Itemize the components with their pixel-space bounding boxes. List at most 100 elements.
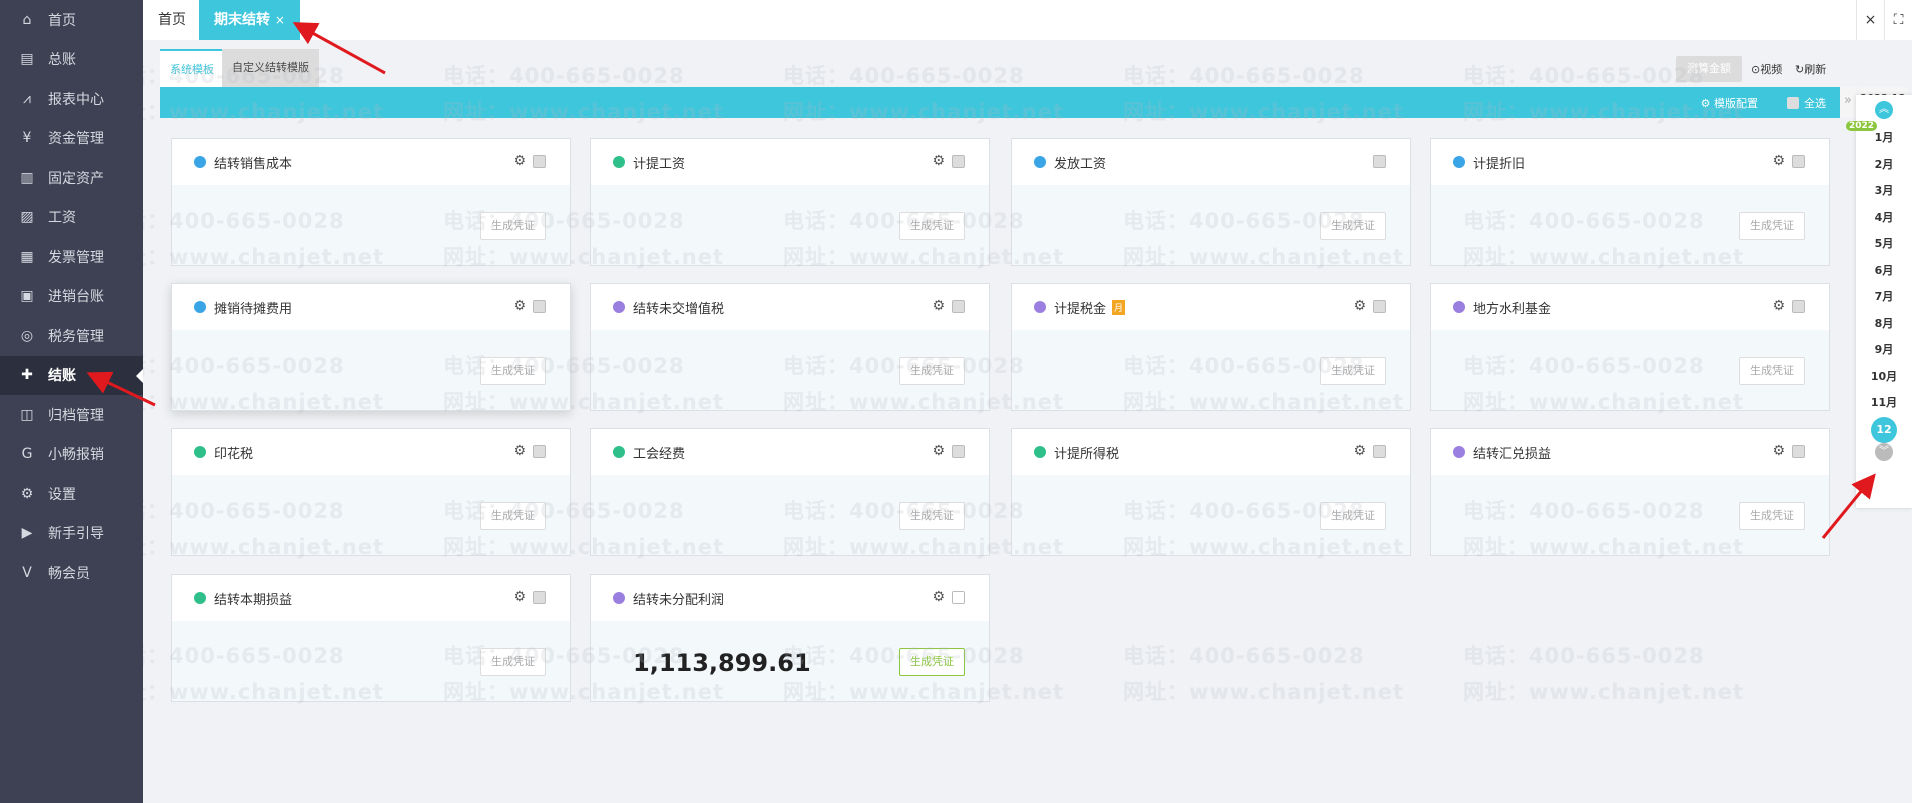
gear-icon[interactable]: ⚙ [513, 443, 526, 459]
card-type-icon [194, 446, 206, 458]
month-label: 8月 [1874, 316, 1894, 330]
month-item[interactable]: 5月 [1856, 231, 1912, 258]
inventory-icon: ▣ [20, 288, 34, 305]
generate-voucher-button[interactable]: 生成凭证 [1320, 212, 1386, 240]
card-type-icon [613, 301, 625, 313]
refresh-button[interactable]: ↻刷新 [1795, 61, 1826, 77]
generate-voucher-button[interactable]: 生成凭证 [899, 357, 965, 385]
card-checkbox[interactable] [952, 445, 965, 458]
card-checkbox[interactable] [1792, 445, 1805, 458]
sidebar-item-10[interactable]: ◫ 归档管理 [0, 395, 143, 435]
sidebar-item-3[interactable]: ¥ 资金管理 [0, 119, 143, 159]
sidebar-item-1[interactable]: ▤ 总账 [0, 40, 143, 80]
fullscreen-icon[interactable]: ⛶ [1884, 0, 1912, 40]
card-checkbox[interactable] [1373, 155, 1386, 168]
card-checkbox[interactable] [533, 300, 546, 313]
subtab-system-template[interactable]: 系统模板 [160, 49, 224, 87]
card-checkbox[interactable] [533, 445, 546, 458]
template-config-button[interactable]: ⚙ 模版配置 [1701, 95, 1758, 111]
gear-icon[interactable]: ⚙ [513, 298, 526, 314]
sidebar-item-9[interactable]: ✚ 结账 [0, 355, 143, 395]
select-all-checkbox[interactable]: 全选 [1787, 95, 1826, 111]
gear-icon[interactable]: ⚙ [1353, 298, 1366, 314]
gear-icon[interactable]: ⚙ [932, 589, 945, 605]
card-type-icon [1034, 301, 1046, 313]
month-label: 3月 [1874, 184, 1894, 197]
card-checkbox[interactable] [1792, 155, 1805, 168]
month-item[interactable]: 2月 [1856, 152, 1912, 179]
gear-icon[interactable]: ⚙ [513, 153, 526, 169]
card-checkbox[interactable] [533, 155, 546, 168]
tab-home[interactable]: 首页 [143, 0, 201, 40]
generate-voucher-button[interactable]: 生成凭证 [480, 357, 546, 385]
sidebar-item-4[interactable]: ▥ 固定资产 [0, 158, 143, 198]
generate-voucher-button[interactable]: 生成凭证 [480, 212, 546, 240]
gear-icon[interactable]: ⚙ [932, 153, 945, 169]
scroll-down-icon[interactable]: ︾ [1875, 443, 1893, 461]
generate-voucher-button[interactable]: 生成凭证 [480, 648, 546, 676]
gear-icon[interactable]: ⚙ [932, 298, 945, 314]
checkout-icon: ✚ [21, 367, 33, 384]
sidebar-item-2[interactable]: ⩘ 报表中心 [0, 79, 143, 119]
card-title: 计提所得税 [1054, 446, 1120, 462]
sidebar-item-11[interactable]: G 小畅报销 [0, 435, 143, 475]
month-item[interactable]: 12月 [1856, 416, 1912, 462]
card-checkbox[interactable] [1373, 300, 1386, 313]
month-item[interactable]: 4月 [1856, 205, 1912, 232]
sidebar-item-0[interactable]: ⌂ 首页 [0, 0, 143, 40]
gear-icon[interactable]: ⚙ [1353, 443, 1366, 459]
month-item[interactable]: 8月 [1856, 311, 1912, 338]
generate-voucher-button[interactable]: 生成凭证 [899, 648, 965, 676]
generate-voucher-button[interactable]: 生成凭证 [1739, 212, 1805, 240]
month-item[interactable]: 9月 [1856, 337, 1912, 364]
generate-voucher-button[interactable]: 生成凭证 [1320, 357, 1386, 385]
gear-icon[interactable]: ⚙ [1772, 153, 1785, 169]
calc-amount-button[interactable]: 测算金额 [1676, 56, 1742, 82]
sidebar-item-5[interactable]: ▨ 工资 [0, 198, 143, 238]
sidebar-item-7[interactable]: ▣ 进销台账 [0, 277, 143, 317]
gear-icon[interactable]: ⚙ [1772, 443, 1785, 459]
card-checkbox[interactable] [952, 300, 965, 313]
collapse-calendar-button[interactable]: » [1840, 87, 1856, 118]
month-item[interactable]: 7月 [1856, 284, 1912, 311]
generate-voucher-button[interactable]: 生成凭证 [1320, 502, 1386, 530]
gear-icon[interactable]: ⚙ [513, 589, 526, 605]
gear-icon[interactable]: ⚙ [1772, 298, 1785, 314]
month-label: 4月 [1874, 210, 1894, 224]
subtab-custom-template[interactable]: 自定义结转模版 [222, 49, 319, 87]
month-item[interactable]: 11月 [1856, 390, 1912, 417]
generate-voucher-button[interactable]: 生成凭证 [480, 502, 546, 530]
scroll-up-icon[interactable]: ︽ [1875, 101, 1893, 119]
card-checkbox[interactable] [1792, 300, 1805, 313]
close-tab-icon[interactable]: × [275, 13, 285, 27]
card-header: 计提税金月 [1012, 284, 1410, 330]
month-item[interactable]: 6月 [1856, 258, 1912, 285]
card-checkbox[interactable] [1373, 445, 1386, 458]
generate-voucher-button[interactable]: 生成凭证 [899, 502, 965, 530]
close-icon[interactable]: × [1856, 0, 1884, 40]
card-checkbox[interactable] [952, 591, 965, 604]
sidebar-item-8[interactable]: ◎ 税务管理 [0, 316, 143, 356]
generate-voucher-button[interactable]: 生成凭证 [899, 212, 965, 240]
card-header: 计提所得税 [1012, 429, 1410, 475]
sidebar-item-6[interactable]: ▦ 发票管理 [0, 237, 143, 277]
sidebar-item-13[interactable]: ▶ 新手引导 [0, 514, 143, 554]
gear-icon[interactable]: ⚙ [932, 443, 945, 459]
card-header: 地方水利基金 [1431, 284, 1829, 330]
sidebar-item-14[interactable]: V 畅会员 [0, 553, 143, 593]
card-checkbox[interactable] [952, 155, 965, 168]
ledger-icon: ▤ [20, 51, 34, 68]
video-label: 视频 [1760, 63, 1783, 76]
action-bar: ⚙ 模版配置 全选 [160, 87, 1840, 118]
play-icon: ▶ [21, 525, 33, 542]
generate-voucher-button[interactable]: 生成凭证 [1739, 502, 1805, 530]
generate-voucher-button[interactable]: 生成凭证 [1739, 357, 1805, 385]
tab-period-end[interactable]: 期末结转 × [199, 0, 300, 40]
sidebar-item-label: 税务管理 [48, 328, 104, 345]
month-item[interactable]: 10月 [1856, 364, 1912, 391]
card-checkbox[interactable] [533, 591, 546, 604]
select-all-label: 全选 [1804, 97, 1826, 110]
month-item[interactable]: 3月 [1856, 178, 1912, 205]
sidebar-item-12[interactable]: ⚙ 设置 [0, 474, 143, 514]
video-button[interactable]: ⊙视频 [1751, 61, 1782, 77]
